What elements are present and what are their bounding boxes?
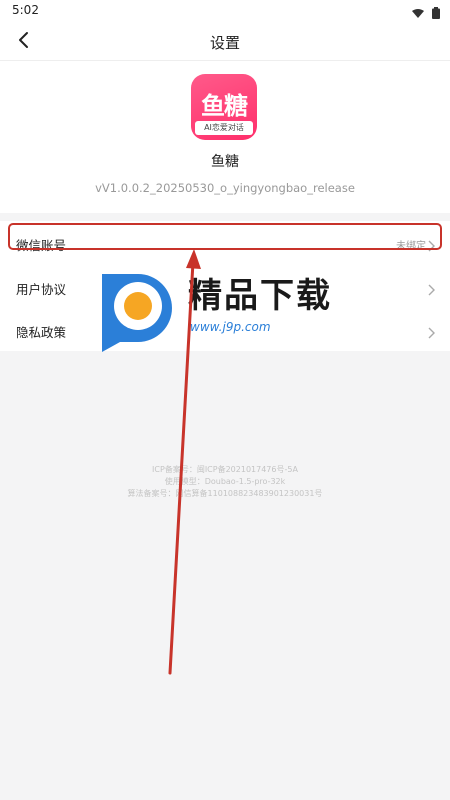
chevron-right-icon [428,324,436,339]
watermark-logo-icon [102,274,172,352]
app-info-section: 鱼糖 AI恋爱对话 鱼糖 vV1.0.0.2_20250530_o_yingyo… [0,61,450,213]
battery-icon [432,4,440,23]
app-version: vV1.0.0.2_20250530_o_yingyongbao_release [95,181,355,195]
wifi-icon [412,4,424,23]
settings-item-label: 隐私政策 [16,325,67,340]
compliance-info: ICP备案号：闽ICP备2021017476号-5A 使用模型：Doubao-1… [0,464,450,500]
status-bar: 5:02 [0,0,450,22]
page-title: 设置 [209,34,240,52]
chevron-right-icon [428,281,436,296]
watermark: 精品下载 www.j9p.com [94,268,354,358]
nav-bar: 设置 [0,22,450,61]
watermark-url: www.j9p.com [190,320,271,334]
app-name: 鱼糖 [211,154,239,170]
settings-item-label: 用户协议 [16,282,67,297]
app-logo-subtext: AI恋爱对话 [195,121,253,135]
app-logo-text: 鱼糖 [201,92,248,120]
app-logo: 鱼糖 AI恋爱对话 [191,74,257,140]
watermark-title: 精品下载 [188,276,332,316]
icp-filing: ICP备案号：闽ICP备2021017476号-5A [152,465,298,474]
model-info: 使用模型：Doubao-1.5-pro-32k [164,477,286,486]
algorithm-filing: 算法备案号：网信算备110108823483901230031号 [127,489,323,498]
status-time: 5:02 [12,3,39,17]
annotation-highlight-box [8,223,442,250]
